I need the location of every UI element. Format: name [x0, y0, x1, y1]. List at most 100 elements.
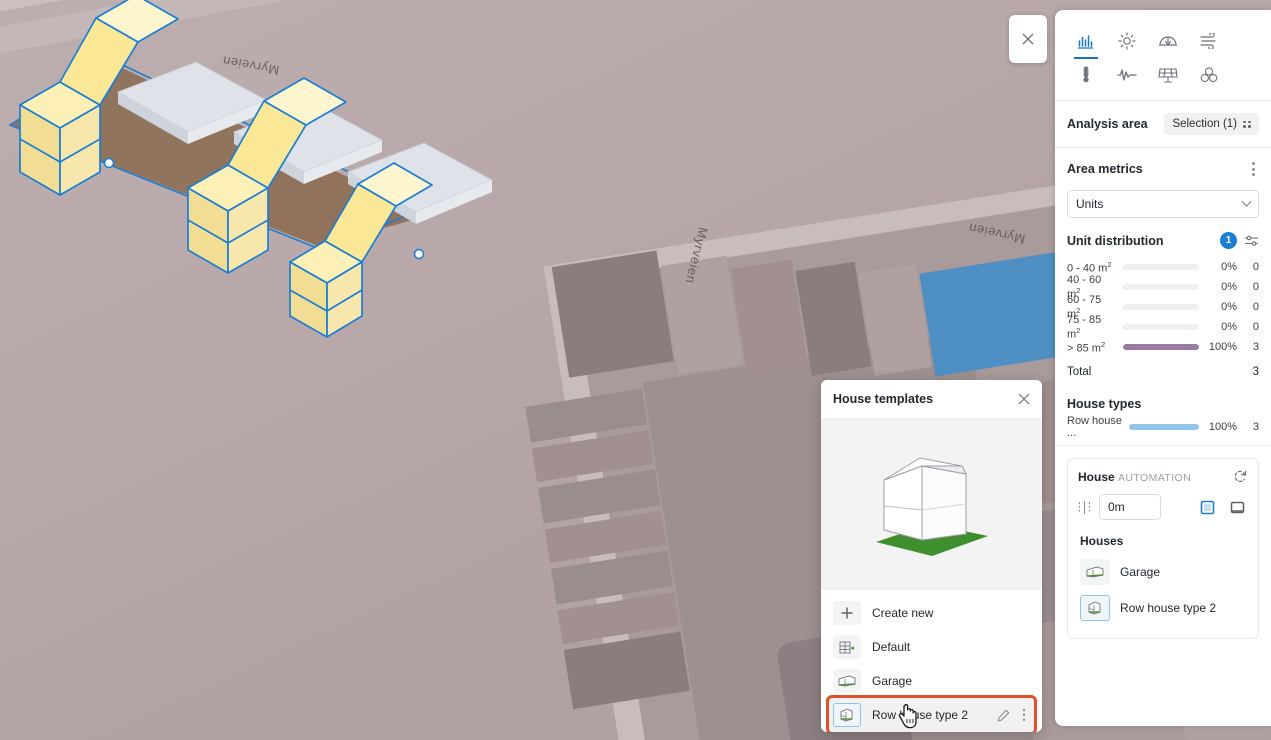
- tool-solar-panel[interactable]: [1147, 58, 1188, 92]
- unit-percent: 0%: [1221, 281, 1237, 293]
- row-house-icon: [840, 708, 853, 722]
- template-list-item[interactable]: Garage: [829, 664, 1034, 698]
- plus-icon: [841, 607, 853, 619]
- template-item-label: Garage: [872, 674, 913, 688]
- app-root: Myrveien Myrveien Myrveien Analysis area…: [0, 0, 1271, 740]
- selection-pill[interactable]: Selection (1): [1164, 113, 1259, 135]
- sliders-icon[interactable]: [1244, 234, 1259, 247]
- tool-thermometer[interactable]: [1065, 58, 1106, 92]
- area-metrics-title: Area metrics: [1067, 162, 1143, 176]
- unit-distribution-title: Unit distribution: [1067, 233, 1164, 248]
- dialog-header: House templates: [821, 380, 1042, 418]
- automation-card-title: House AUTOMATION: [1078, 470, 1191, 484]
- houses-list-title: Houses: [1080, 534, 1124, 548]
- template-list-item[interactable]: Create new: [829, 596, 1034, 630]
- house-types-rows: Row house ... 100% 3: [1067, 415, 1259, 439]
- spacing-distance-input[interactable]: 0m: [1099, 494, 1161, 520]
- unit-distribution-row: 75 - 85 m2 0% 0: [1067, 314, 1259, 341]
- plus-icon: [833, 601, 861, 625]
- unit-bar-fill: [1123, 344, 1199, 350]
- house-types-header: House types: [1067, 397, 1259, 411]
- chevron-down-icon: [1241, 196, 1252, 207]
- tool-bar-chart[interactable]: [1065, 24, 1106, 59]
- automation-title-main: House: [1078, 469, 1115, 484]
- unit-bar-fill: [1123, 284, 1125, 290]
- thermometer-icon: [1082, 66, 1089, 83]
- unit-percent: 0%: [1221, 301, 1237, 313]
- metric-type-value: Units: [1076, 197, 1104, 211]
- unit-range-label: > 85 m2: [1067, 339, 1106, 355]
- tool-daylight[interactable]: [1147, 24, 1188, 58]
- garage-icon: [833, 669, 861, 693]
- area-metrics-menu-button[interactable]: [1248, 158, 1259, 180]
- wind-icon: [1199, 33, 1216, 49]
- unit-distribution-total: Total 3: [1067, 361, 1259, 383]
- outline-mode-button[interactable]: [1226, 496, 1248, 518]
- unit-count: 0: [1252, 321, 1259, 333]
- tool-wind[interactable]: [1188, 24, 1229, 58]
- spacing-icon[interactable]: [1078, 500, 1091, 515]
- house-list-item-label: Row house type 2: [1120, 601, 1217, 615]
- template-preview[interactable]: [821, 418, 1042, 590]
- row-house-thumb-icon: [1080, 595, 1110, 621]
- unit-distribution-badge: 1: [1220, 232, 1237, 249]
- metric-type-select[interactable]: Units: [1067, 190, 1259, 218]
- unit-count: 0: [1252, 261, 1259, 273]
- unit-bar-track: [1123, 324, 1199, 330]
- selection-handle: [413, 248, 425, 260]
- house-type-bar-track: [1129, 424, 1199, 430]
- daylight-icon: [1158, 36, 1177, 46]
- spacing-distance-value: 0m: [1108, 500, 1125, 514]
- house-types-title: House types: [1067, 397, 1142, 411]
- volume-icon: [1200, 67, 1217, 83]
- house-templates-dialog: House templates Create new Default Garage R…: [821, 380, 1042, 732]
- unit-bar-track: [1123, 284, 1199, 290]
- house-type-percent: 100%: [1208, 421, 1237, 433]
- house-list-item[interactable]: Row house type 2: [1078, 590, 1248, 626]
- house-automation-card: House AUTOMATION 0m Houses Garage Row ho…: [1067, 458, 1259, 639]
- garage-thumb-icon: [1080, 559, 1110, 585]
- solar-panel-icon: [1157, 68, 1178, 83]
- analysis-area-label: Analysis area: [1067, 117, 1148, 131]
- tool-volume[interactable]: [1188, 58, 1229, 92]
- house-list-item-label: Garage: [1120, 565, 1161, 579]
- unit-count: 3: [1252, 341, 1259, 353]
- area-metrics-section: Area metrics Units Unit distribution 1 0…: [1055, 148, 1271, 439]
- noise-icon: [1116, 69, 1137, 81]
- selected-parcel-massing[interactable]: [0, 0, 520, 338]
- fill-mode-button[interactable]: [1196, 496, 1218, 518]
- unit-bar-fill: [1123, 264, 1125, 270]
- close-panel-button[interactable]: [1009, 15, 1047, 63]
- tool-sun[interactable]: [1106, 24, 1147, 58]
- template-list: Create new Default Garage Row house type 2: [821, 590, 1042, 732]
- unit-range-label: 75 - 85 m2: [1067, 313, 1102, 341]
- unit-count: 0: [1252, 281, 1259, 293]
- edit-template-icon[interactable]: [997, 709, 1010, 722]
- unit-distribution-row: > 85 m2 100% 3: [1067, 337, 1259, 357]
- dialog-close-button[interactable]: [1018, 393, 1030, 405]
- outline-square-icon: [1230, 501, 1244, 513]
- house-type-row: Row house ... 100% 3: [1067, 415, 1259, 439]
- template-list-item[interactable]: Default: [829, 630, 1034, 664]
- refresh-automation-icon[interactable]: [1233, 469, 1248, 484]
- house-list-item[interactable]: Garage: [1078, 554, 1248, 590]
- grid-dots-icon: [1243, 120, 1251, 128]
- total-count: 3: [1252, 366, 1259, 378]
- template-list-item[interactable]: Row house type 2: [826, 695, 1037, 732]
- dialog-title: House templates: [833, 392, 934, 406]
- template-item-label: Row house type 2: [872, 708, 969, 722]
- house-type-label: Row house ...: [1067, 415, 1123, 439]
- unit-count: 0: [1252, 301, 1259, 313]
- existing-building: [551, 250, 674, 378]
- unit-percent: 100%: [1208, 341, 1237, 353]
- selection-handle: [103, 157, 115, 169]
- tool-noise[interactable]: [1106, 58, 1147, 92]
- analysis-toolbar: [1055, 10, 1271, 101]
- fill-square-icon: [1200, 500, 1214, 514]
- default-house-icon: [833, 635, 861, 659]
- template-menu-icon[interactable]: [1022, 708, 1026, 722]
- template-item-actions: [997, 708, 1030, 722]
- unit-bar-track: [1123, 264, 1199, 270]
- house-type-bar-fill: [1129, 424, 1199, 430]
- template-item-label: Default: [872, 640, 911, 654]
